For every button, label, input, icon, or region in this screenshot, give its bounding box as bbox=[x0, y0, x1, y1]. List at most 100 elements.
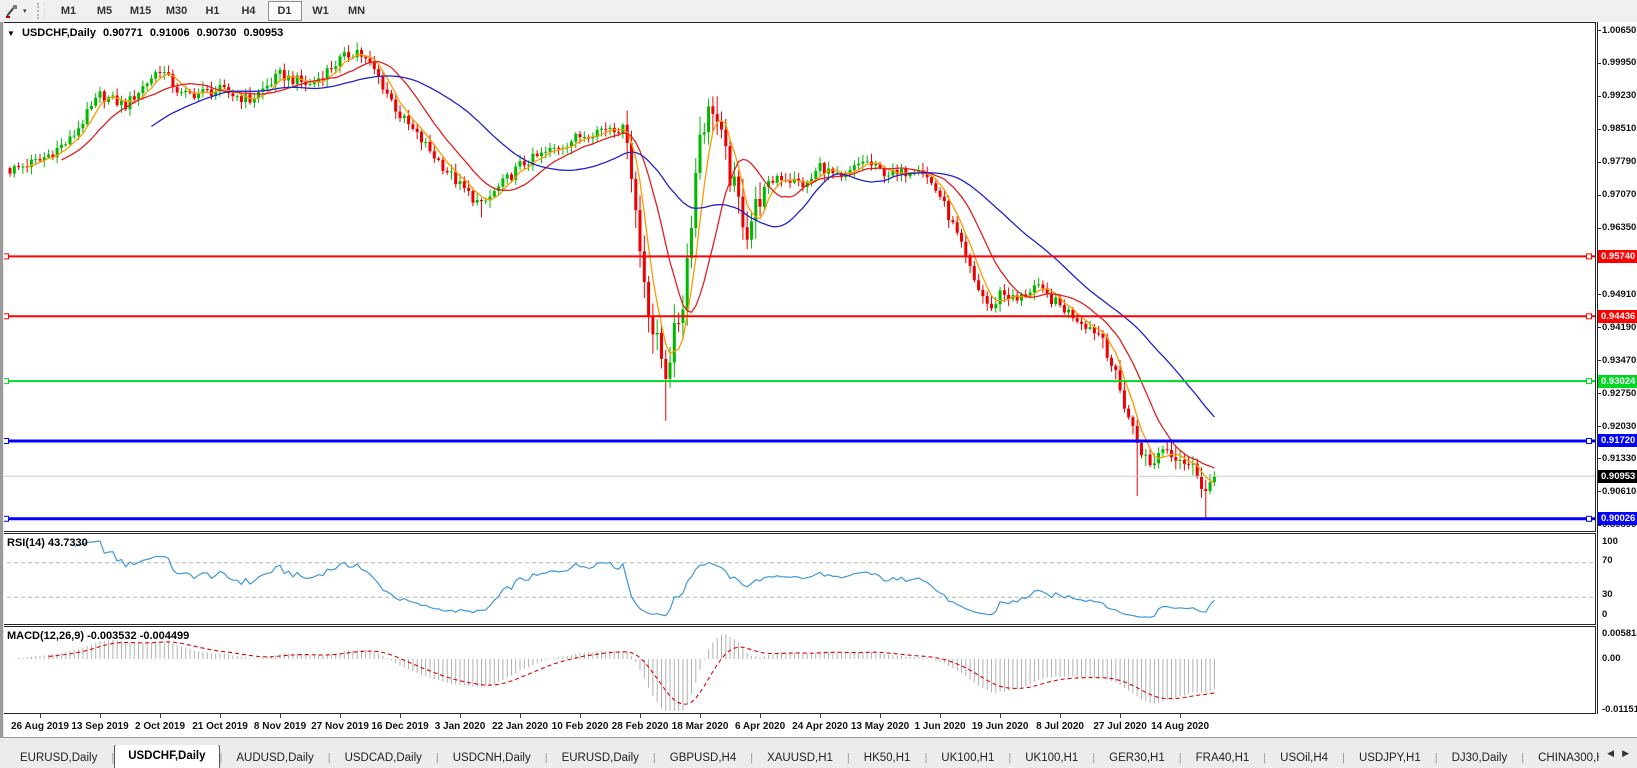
hline-handle[interactable] bbox=[3, 515, 9, 522]
price-axis-label: 0.94190 bbox=[1602, 321, 1637, 333]
date-axis-label: 13 Sep 2019 bbox=[71, 721, 129, 732]
timeframe-button-m5[interactable]: M5 bbox=[88, 1, 122, 21]
date-tick bbox=[100, 714, 101, 718]
tab-eurusd-daily[interactable]: EURUSD,Daily bbox=[548, 746, 653, 768]
date-tick bbox=[460, 714, 462, 718]
chart-cursor-icon[interactable] bbox=[4, 3, 20, 19]
timeframe-button-m1[interactable]: M1 bbox=[52, 1, 86, 21]
tab-usdchf-daily[interactable]: USDCHF,Daily bbox=[114, 745, 220, 768]
toolbar-grip[interactable] bbox=[36, 3, 45, 19]
timeframe-button-h1[interactable]: H1 bbox=[196, 1, 230, 21]
legend-high: 0.91006 bbox=[149, 27, 190, 39]
price-axis-tick bbox=[1598, 227, 1601, 229]
price-axis-label: 0.93470 bbox=[1602, 354, 1637, 366]
timeframe-button-d1[interactable]: D1 bbox=[267, 1, 302, 21]
price-axis-label: 0.99950 bbox=[1602, 57, 1637, 69]
date-axis-label: 19 Jun 2020 bbox=[971, 721, 1029, 732]
macd-axis-label: 0.005818 bbox=[1602, 628, 1637, 639]
hline-handle[interactable] bbox=[3, 313, 9, 320]
tab-usdjpy-h1[interactable]: USDJPY,H1 bbox=[1345, 746, 1435, 768]
hline-handle[interactable] bbox=[1586, 378, 1592, 385]
rsi-indicator-pane[interactable]: RSI(14) 43.7330 bbox=[0, 533, 1596, 625]
price-axis-label: 0.99230 bbox=[1602, 90, 1637, 102]
chart-dropdown-icon[interactable]: ▼ bbox=[7, 29, 15, 38]
date-tick bbox=[400, 714, 402, 718]
tab-eurusd-daily[interactable]: EURUSD,Daily bbox=[6, 746, 111, 768]
date-axis-label: 3 Jan 2020 bbox=[434, 721, 486, 732]
last-price-label: 0.90953 bbox=[1598, 469, 1637, 483]
tab-gbpusd-h4[interactable]: GBPUSD,H4 bbox=[656, 746, 750, 768]
tab-audusd-daily[interactable]: AUDUSD,Daily bbox=[222, 746, 327, 768]
date-tick bbox=[760, 714, 762, 718]
price-axis-tick bbox=[1598, 458, 1601, 460]
rsi-axis-label: 70 bbox=[1602, 555, 1613, 566]
price-axis-tick bbox=[1598, 128, 1601, 130]
tab-uk100-h1[interactable]: UK100,H1 bbox=[927, 746, 1008, 768]
price-axis-label: 0.92750 bbox=[1602, 387, 1637, 399]
tab-scroll-right-icon[interactable]: ▶ bbox=[1622, 748, 1629, 759]
trading-platform-window: ▾ M1 M5 M15 M30 H1 H4 D1 W1 MN ▼ USDCHF,Daily 0.… bbox=[0, 0, 1637, 768]
date-axis-label: 1 Jun 2020 bbox=[914, 721, 966, 732]
hline-handle[interactable] bbox=[1586, 253, 1592, 260]
chart-tab-bar: EURUSD,Daily | USDCHF,Daily | AUDUSD,Daily | U… bbox=[0, 737, 1637, 768]
date-tick bbox=[160, 714, 161, 718]
hline-handle[interactable] bbox=[1586, 515, 1592, 522]
hline-handle[interactable] bbox=[3, 378, 9, 385]
date-axis-label: 10 Feb 2020 bbox=[551, 721, 609, 732]
price-axis[interactable]: 1.00650 0.99950 0.99230 0.98510 0.97790 0.970… bbox=[1597, 22, 1637, 715]
window-left-frame bbox=[0, 22, 4, 737]
chevron-down-icon[interactable]: ▾ bbox=[23, 7, 27, 15]
date-axis-label: 27 Nov 2019 bbox=[311, 721, 369, 732]
hline-handle[interactable] bbox=[1586, 438, 1592, 444]
timeframe-button-m15[interactable]: M15 bbox=[124, 1, 158, 21]
date-tick bbox=[1060, 714, 1062, 718]
date-tick bbox=[640, 714, 642, 718]
tab-dj30-daily[interactable]: DJ30,Daily bbox=[1438, 746, 1522, 768]
legend-symbol: USDCHF,Daily bbox=[21, 27, 96, 39]
price-axis-tick bbox=[1598, 327, 1601, 329]
tab-usdcad-daily[interactable]: USDCAD,Daily bbox=[331, 746, 436, 768]
price-axis-label: 0.96350 bbox=[1602, 222, 1637, 234]
main-chart-pane[interactable]: ▼ USDCHF,Daily 0.90771 0.91006 0.90730 0… bbox=[0, 22, 1596, 532]
timeframe-button-w1[interactable]: W1 bbox=[304, 1, 338, 21]
tab-xauusd-h1[interactable]: XAUUSD,H1 bbox=[753, 746, 847, 768]
tab-hk50-h1[interactable]: HK50,H1 bbox=[850, 746, 925, 768]
tab-usdcnh-daily[interactable]: USDCNH,Daily bbox=[439, 746, 545, 768]
timeframe-button-m30[interactable]: M30 bbox=[160, 1, 194, 21]
price-axis-label: 0.92030 bbox=[1602, 420, 1637, 432]
rsi-axis-label: 0 bbox=[1602, 609, 1608, 620]
hline-handle[interactable] bbox=[3, 253, 9, 260]
date-tick bbox=[580, 714, 582, 718]
date-axis-label: 22 Jan 2020 bbox=[491, 721, 549, 732]
price-axis-label: 0.91330 bbox=[1602, 452, 1637, 464]
macd-histogram-chart bbox=[13, 634, 1215, 711]
tab-ger30-h1[interactable]: GER30,H1 bbox=[1095, 746, 1179, 768]
hline-handle[interactable] bbox=[1586, 313, 1592, 320]
chart-tools-group[interactable]: ▾ bbox=[0, 0, 31, 22]
date-tick bbox=[220, 714, 221, 718]
hline-price-label: 0.91720 bbox=[1598, 434, 1637, 448]
date-tick bbox=[1000, 714, 1002, 718]
rsi-axis-label: 30 bbox=[1602, 589, 1613, 600]
tab-usoil-h4[interactable]: USOil,H4 bbox=[1266, 746, 1342, 768]
tab-fra40-h1[interactable]: FRA40,H1 bbox=[1182, 746, 1264, 768]
date-tick bbox=[700, 714, 702, 718]
timeframe-button-h4[interactable]: H4 bbox=[232, 1, 266, 21]
date-axis[interactable]: 26 Aug 2019 13 Sep 2019 2 Oct 2019 21 Oct 2… bbox=[0, 714, 1597, 737]
price-axis-tick bbox=[1598, 161, 1601, 163]
hline-handle[interactable] bbox=[3, 438, 9, 444]
date-axis-label: 26 Aug 2019 bbox=[11, 721, 69, 732]
price-axis-tick bbox=[1598, 294, 1601, 296]
tab-scroll-left-icon[interactable]: ◀ bbox=[1607, 748, 1614, 759]
macd-axis-label: 0.00 bbox=[1602, 653, 1621, 664]
macd-indicator-pane[interactable]: MACD(12,26,9) -0.003532 -0.004499 bbox=[0, 626, 1596, 714]
price-axis-tick bbox=[1598, 491, 1601, 493]
hline-price-label: 0.93024 bbox=[1598, 374, 1637, 388]
candlestick-chart[interactable] bbox=[0, 23, 1595, 529]
price-axis-tick bbox=[1598, 95, 1601, 97]
tab-china300-h1[interactable]: CHINA300,H1 bbox=[1524, 746, 1599, 768]
price-axis-tick bbox=[1598, 194, 1601, 196]
timeframe-button-mn[interactable]: MN bbox=[340, 1, 374, 21]
date-tick bbox=[40, 714, 41, 718]
tab-uk100-h1[interactable]: UK100,H1 bbox=[1011, 746, 1092, 768]
